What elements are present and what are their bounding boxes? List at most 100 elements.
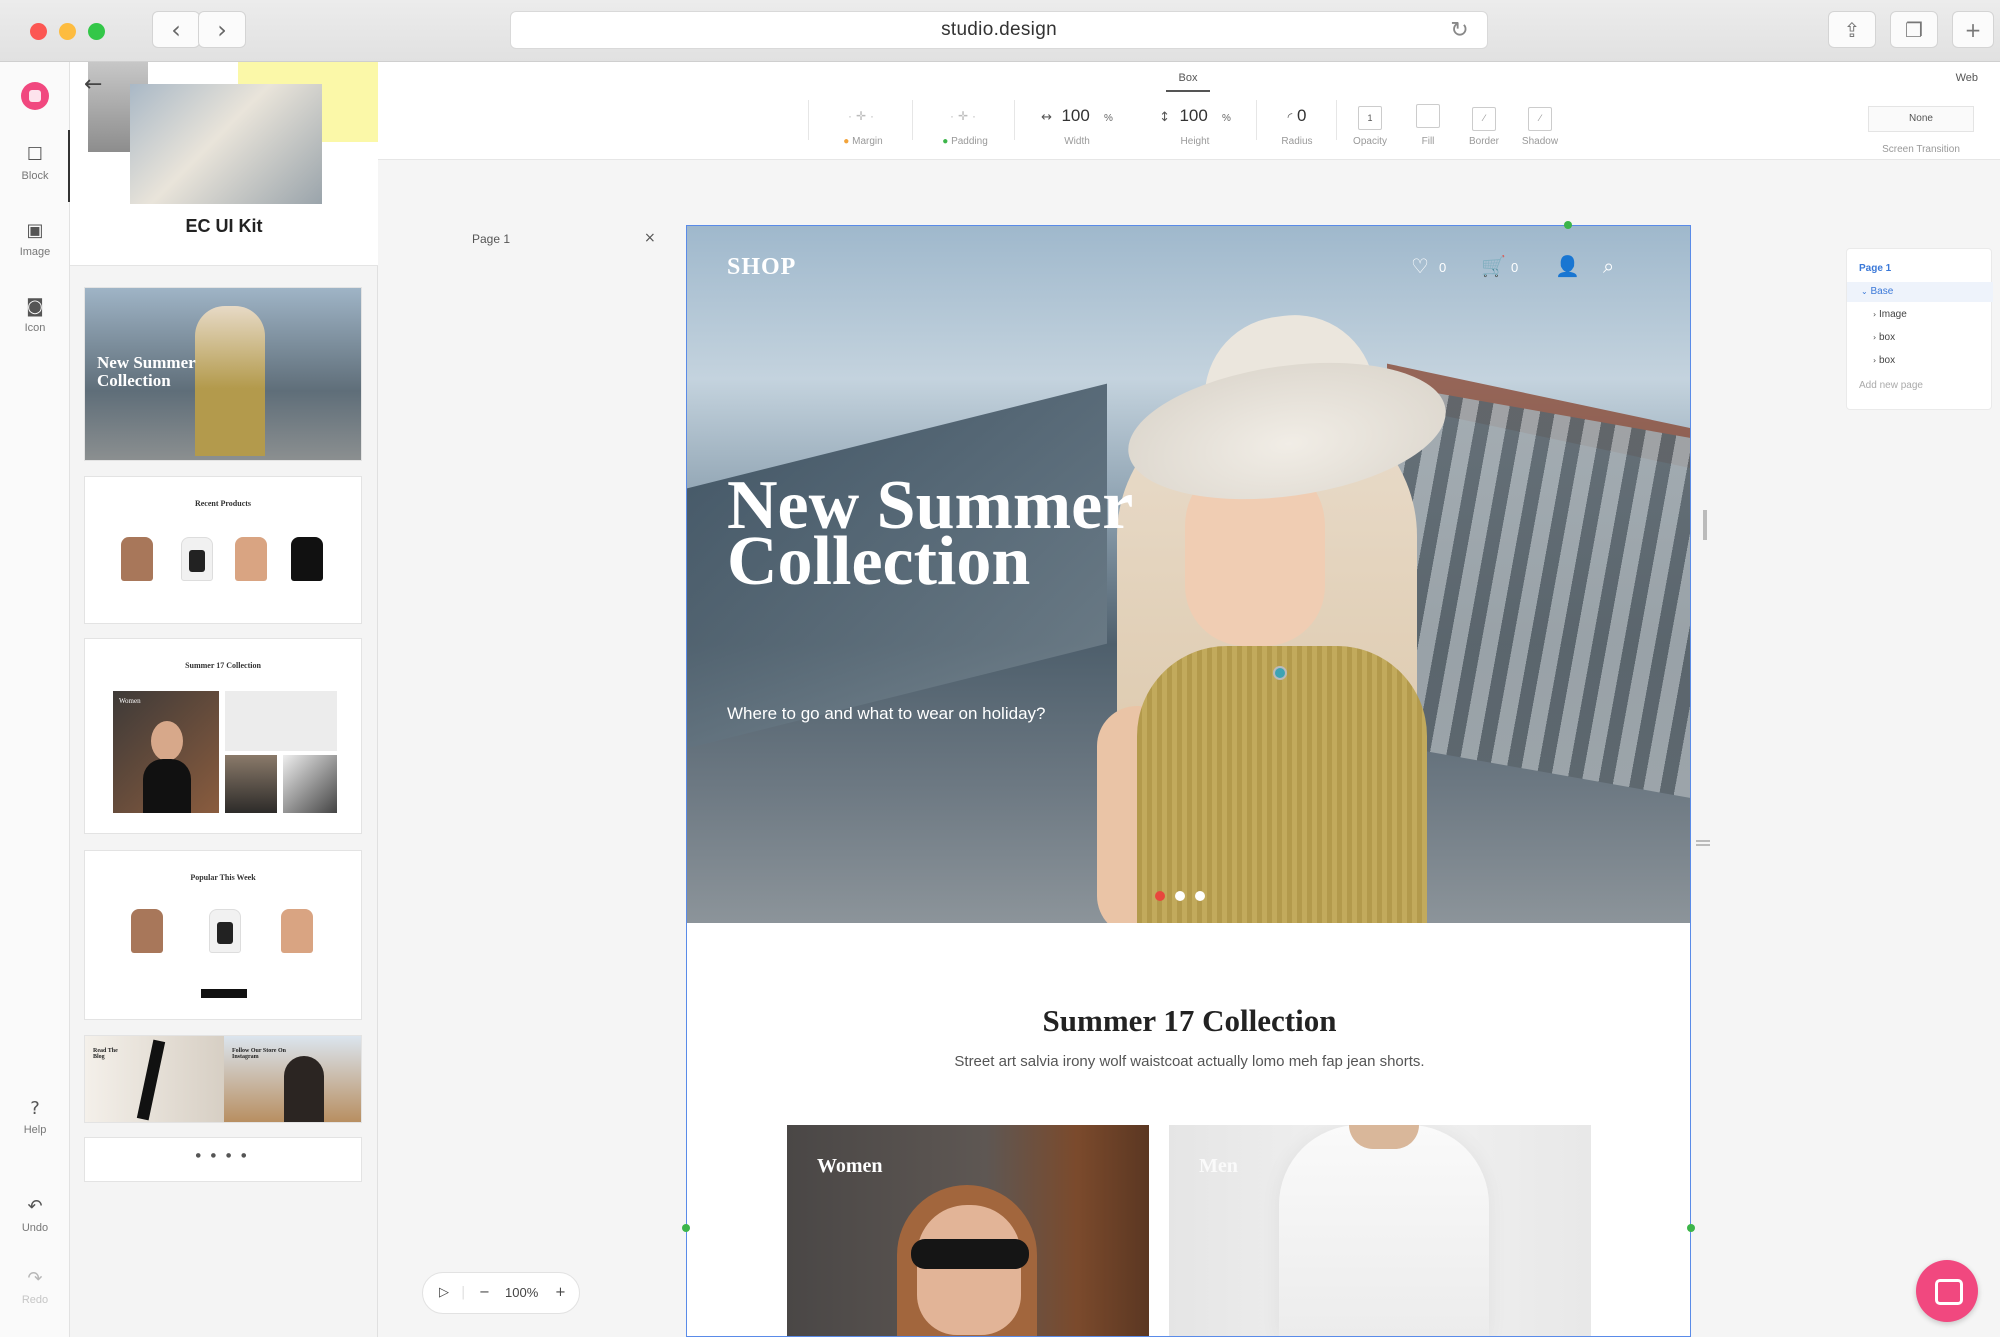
thumb-product — [291, 537, 323, 581]
redo-button[interactable]: ↷ Redo — [0, 1268, 70, 1307]
play-icon[interactable]: ▷ — [439, 1285, 449, 1300]
width-control[interactable]: ↔ 100 % Width — [1020, 104, 1134, 147]
back-button[interactable]: ‹ — [152, 11, 200, 48]
layer-item-box[interactable]: › box — [1847, 328, 1993, 348]
close-icon[interactable]: × — [644, 230, 656, 246]
artboard-width-handle[interactable] — [1703, 510, 1707, 540]
section-thumb-footer[interactable]: ● ● ● ● — [84, 1137, 362, 1182]
redo-label: Redo — [21, 1294, 49, 1306]
question-icon: ? — [30, 1098, 40, 1119]
zoom-controls: ▷ | − 100% + — [422, 1272, 580, 1314]
thumb-blog-text: Read The Blog — [93, 1048, 118, 1060]
studio-logo-icon[interactable] — [21, 82, 49, 110]
border-none-icon[interactable]: ⁄ — [1472, 107, 1496, 131]
fill-swatch[interactable] — [1416, 104, 1440, 128]
zoom-window-button[interactable] — [88, 23, 105, 40]
cart-icon[interactable]: 🛒 — [1481, 254, 1506, 278]
women-card[interactable]: Women — [787, 1125, 1149, 1336]
width-unit[interactable]: % — [1104, 113, 1113, 124]
layer-item-box[interactable]: › box — [1847, 351, 1993, 371]
kit-cover-hero — [130, 84, 322, 204]
women-model-face — [917, 1205, 1021, 1335]
section-thumb-hero[interactable]: New Summer Collection — [84, 287, 362, 461]
icon-icon: ◙ — [26, 296, 44, 317]
slider-dot[interactable] — [1175, 891, 1185, 901]
artboard-height-handle[interactable] — [1696, 840, 1710, 846]
icon-tool[interactable]: ◙ Icon — [0, 296, 70, 335]
user-icon[interactable]: 👤 — [1555, 254, 1580, 278]
address-bar[interactable]: studio.design ↻ — [510, 11, 1488, 49]
screen-transition-select[interactable]: None — [1868, 106, 1974, 132]
opacity-control[interactable]: 1 Opacity — [1342, 104, 1398, 147]
width-value[interactable]: 100 — [1061, 106, 1089, 125]
section-thumb-summer-collection[interactable]: Summer 17 Collection Women — [84, 638, 362, 834]
men-card[interactable]: Men — [1169, 1125, 1591, 1336]
hero-section[interactable]: SHOP ♡ 0 🛒 0 👤 ⌕ New Summer Collection W… — [687, 226, 1690, 923]
chevron-right-icon: › — [1873, 333, 1877, 342]
minimize-window-button[interactable] — [59, 23, 76, 40]
tab-web[interactable]: Web — [1956, 72, 1978, 84]
tabs-button[interactable]: ❐ — [1890, 11, 1938, 48]
slider-dot[interactable] — [1195, 891, 1205, 901]
layer-label: box — [1878, 355, 1896, 366]
add-new-page-link[interactable]: Add new page — [1847, 376, 1993, 396]
border-control[interactable]: ⁄ Border — [1456, 104, 1512, 147]
zoom-out-button[interactable]: − — [479, 1285, 490, 1300]
chevron-left-icon: ‹ — [171, 15, 181, 44]
shadow-control[interactable]: ⁄ Shadow — [1512, 104, 1568, 147]
help-button[interactable]: ? Help — [0, 1098, 70, 1137]
new-tab-button[interactable]: + — [1952, 11, 1994, 48]
chat-support-button[interactable] — [1916, 1260, 1978, 1322]
padding-control[interactable]: ·✛· ● Padding — [920, 104, 1010, 147]
close-window-button[interactable] — [30, 23, 47, 40]
opacity-value[interactable]: 1 — [1358, 106, 1382, 130]
layer-item-base[interactable]: ⌄ Base — [1847, 282, 1993, 302]
thumb-product — [235, 537, 267, 581]
layer-page[interactable]: Page 1 — [1847, 259, 1993, 279]
thumb-summer-title: Summer 17 Collection — [185, 661, 261, 670]
back-arrow-icon[interactable]: ← — [84, 72, 102, 97]
padding-label: Padding — [951, 136, 988, 147]
site-brand[interactable]: SHOP — [727, 254, 796, 281]
zoom-in-button[interactable]: + — [555, 1285, 566, 1300]
margin-control[interactable]: ·✛· ● Margin — [818, 104, 908, 147]
shadow-none-icon[interactable]: ⁄ — [1528, 107, 1552, 131]
left-resize-handle[interactable] — [682, 1224, 690, 1232]
thumb-recent-title: Recent Products — [194, 499, 252, 508]
hero-title: New Summer Collection — [727, 467, 1133, 600]
thumb-hero-text: New Summer Collection — [97, 353, 196, 390]
fill-label: Fill — [1421, 136, 1435, 147]
share-button[interactable]: ⇪ — [1828, 11, 1876, 48]
height-value[interactable]: 100 — [1179, 106, 1207, 125]
artboard[interactable]: SHOP ♡ 0 🛒 0 👤 ⌕ New Summer Collection W… — [686, 225, 1691, 1337]
undo-button[interactable]: ↶ Undo — [0, 1198, 70, 1235]
layer-item-image[interactable]: › Image — [1847, 305, 1993, 325]
fill-control[interactable]: Fill — [1400, 104, 1456, 147]
radius-value[interactable]: 0 — [1297, 106, 1306, 125]
block-tool[interactable]: ☐ Block — [0, 146, 70, 183]
section-thumb-recent-products[interactable]: Recent Products — [84, 476, 362, 624]
tab-box[interactable]: Box — [1166, 72, 1210, 92]
zoom-level[interactable]: 100% — [505, 1285, 538, 1300]
search-icon[interactable]: ⌕ — [1603, 254, 1614, 278]
height-unit[interactable]: % — [1222, 113, 1231, 124]
section-thumb-popular[interactable]: Popular This Week — [84, 850, 362, 1020]
top-resize-handle[interactable] — [1564, 221, 1572, 229]
height-control[interactable]: ↕ 100 % Height — [1138, 104, 1252, 147]
thumb-product — [121, 537, 153, 581]
heart-icon[interactable]: ♡ — [1411, 254, 1429, 278]
section-thumb-blog[interactable]: Read The Blog Follow Our Store On Instag… — [84, 1035, 362, 1123]
reload-icon[interactable]: ↻ — [1450, 18, 1469, 43]
right-resize-handle[interactable] — [1687, 1224, 1695, 1232]
hero-model-pendant — [1273, 666, 1287, 680]
design-canvas[interactable]: Page 1 × SHOP ♡ 0 🛒 0 👤 ⌕ New Summer Col… — [378, 160, 2000, 1337]
image-tool[interactable]: ▣ Image — [0, 222, 70, 259]
forward-button[interactable]: › — [198, 11, 246, 48]
slider-dot-active[interactable] — [1155, 891, 1165, 901]
redo-icon: ↷ — [27, 1268, 43, 1289]
men-card-label: Men — [1199, 1155, 1238, 1177]
layer-label: Image — [1878, 309, 1907, 320]
page-label: Page 1 — [472, 232, 511, 246]
horizontal-arrows-icon: ↔ — [1041, 110, 1052, 125]
radius-control[interactable]: ◜ 0 Radius — [1262, 104, 1332, 147]
